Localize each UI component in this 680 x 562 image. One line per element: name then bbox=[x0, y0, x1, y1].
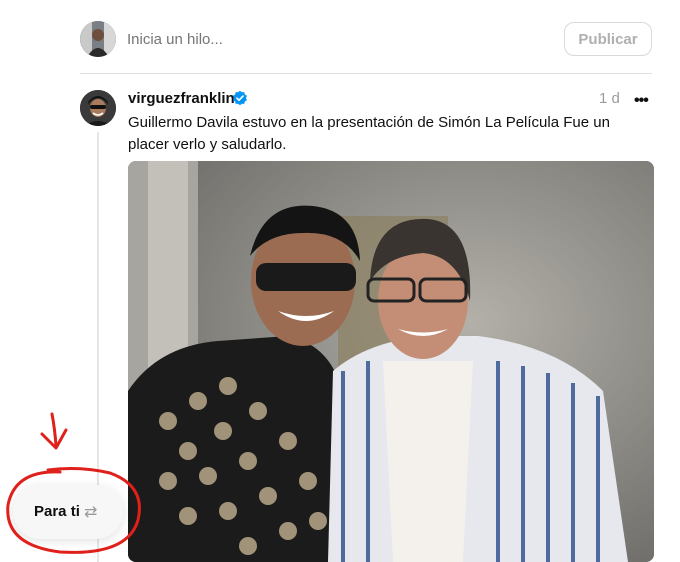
post-username[interactable]: virguezfranklin bbox=[128, 90, 235, 107]
user-avatar-image bbox=[80, 21, 116, 57]
thread-composer: Publicar bbox=[80, 20, 652, 60]
feed-switch-button[interactable]: Para ti ⇄ bbox=[13, 485, 123, 539]
thread-input[interactable] bbox=[127, 31, 507, 48]
swap-arrows-icon: ⇄ bbox=[84, 504, 98, 521]
more-options-icon[interactable]: ••• bbox=[634, 92, 649, 110]
user-avatar[interactable] bbox=[80, 21, 116, 57]
threads-feed-page: Publicar virguezfranklin 1 d ••• Guiller… bbox=[0, 0, 680, 562]
post-photo[interactable] bbox=[128, 161, 654, 562]
divider bbox=[80, 73, 652, 74]
verified-badge-icon bbox=[233, 90, 247, 106]
publish-button[interactable]: Publicar bbox=[564, 22, 652, 56]
feed-switch-label: Para ti bbox=[34, 503, 80, 520]
post-author-avatar[interactable] bbox=[80, 90, 116, 126]
post-photo-image bbox=[128, 161, 654, 562]
post-text: Guillermo Davila estuvo en la presentaci… bbox=[128, 114, 610, 153]
post-avatar-image bbox=[80, 90, 116, 126]
post-time[interactable]: 1 d bbox=[599, 90, 620, 107]
